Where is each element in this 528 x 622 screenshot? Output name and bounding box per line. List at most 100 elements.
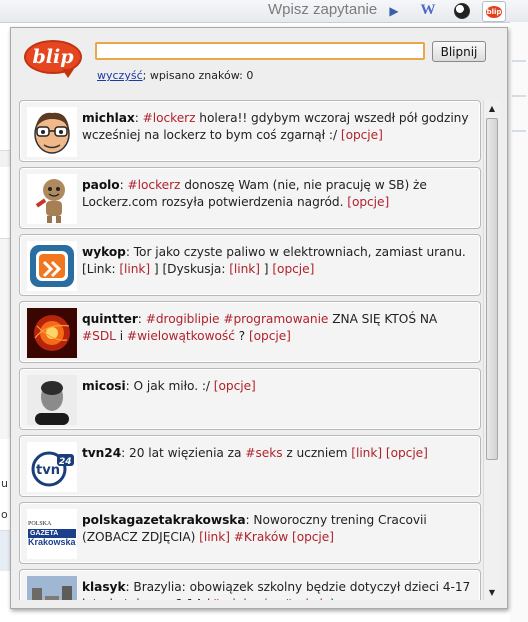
post-body-text: : — [134, 111, 143, 125]
post-username[interactable]: wykop — [82, 245, 126, 259]
options-link[interactable]: [opcje] — [292, 530, 334, 544]
browser-toolbar: Wpisz zapytanie ▶ W blip — [0, 0, 528, 23]
hashtag-link[interactable]: #seks — [245, 446, 282, 460]
feed-list: michlax: #lockerz holera!! gdybym wczora… — [19, 100, 481, 600]
post-text: wykop: Tor jako czyste paliwo w elektrow… — [82, 244, 474, 278]
avatar-logo-text: Krakowska — [28, 537, 76, 547]
page-edge-fragment — [0, 530, 10, 571]
wiki-extension-icon[interactable]: W — [418, 1, 438, 20]
avatar[interactable] — [27, 107, 77, 157]
feed-post: michlax: #lockerz holera!! gdybym wczora… — [19, 100, 481, 162]
avatar[interactable] — [27, 308, 77, 358]
blip-logo-tail — [62, 69, 74, 78]
options-link[interactable]: [opcje] — [347, 195, 389, 209]
status-input[interactable] — [95, 42, 425, 60]
page-divider — [512, 95, 526, 97]
clear-link[interactable]: wyczyść — [97, 69, 143, 82]
blip-mini-icon: blip — [486, 5, 502, 18]
post-text: klasyk: Brazylia: obowiązek szkolny będz… — [82, 579, 474, 600]
page-divider — [512, 60, 526, 62]
post-body-text: : O jak miło. :/ — [125, 379, 214, 393]
search-go-icon[interactable]: ▶ — [384, 1, 404, 20]
options-link[interactable]: [opcje] — [341, 128, 383, 142]
avatar[interactable]: POLSKA GAZETA Krakowska — [27, 509, 77, 559]
page-edge-fragment — [0, 150, 10, 167]
blip-logo: blip — [24, 40, 82, 78]
post-body-text: ] — [259, 262, 273, 276]
hashtag-link[interactable]: #SDL — [82, 329, 116, 343]
post-text: quintter: #drogiblipie #programowanie ZN… — [82, 311, 474, 345]
blip-popup: blip Blipnij wyczyść; wpisano znaków: 0 … — [10, 27, 508, 609]
svg-text:tvn: tvn — [36, 463, 60, 478]
avatar-logo-text: POLSKA — [28, 521, 52, 527]
feed-post: tvn 24 tvn24: 20 lat więzienia za #seks z … — [19, 435, 481, 497]
options-link[interactable]: [opcje] — [272, 262, 314, 276]
hashtag-link[interactable]: #edukacja — [210, 597, 275, 600]
feed-scrollbar[interactable]: ▲ ▼ — [483, 100, 500, 600]
page-right-rail — [510, 22, 528, 622]
post-body-text: ) — [330, 597, 335, 600]
post-username[interactable]: micosi — [82, 379, 126, 393]
feed-post: quintter: #drogiblipie #programowanie ZN… — [19, 301, 481, 363]
page-divider — [512, 130, 526, 132]
options-link[interactable]: [opcje] — [214, 379, 256, 393]
post-text: tvn24: 20 lat więzienia za #seks z uczni… — [82, 445, 474, 462]
post-text: polskagazetakrakowska: Noworoczny trenin… — [82, 512, 474, 546]
hashtag-link[interactable]: #wielowątkowość — [127, 329, 235, 343]
post-username[interactable]: paolo — [82, 178, 120, 192]
post-username[interactable]: tvn24 — [82, 446, 121, 460]
post-body-text: , — [275, 597, 283, 600]
hashtag-link[interactable]: #lockerz — [128, 178, 181, 192]
feed-post: wykop: Tor jako czyste paliwo w elektrow… — [19, 234, 481, 296]
post-body-text: : 20 lat więzienia za — [121, 446, 246, 460]
page-edge-fragment — [0, 238, 10, 439]
hashtag-link[interactable]: #lockerz — [143, 111, 196, 125]
post-link[interactable]: [link] — [351, 446, 382, 460]
svg-text:24: 24 — [59, 457, 72, 467]
post-body-text: i — [115, 329, 127, 343]
feed-post: klasyk: Brazylia: obowiązek szkolny będz… — [19, 569, 481, 600]
char-counter: ; wpisano znaków: 0 — [142, 69, 254, 82]
post-body-text: ? — [234, 329, 249, 343]
post-link[interactable]: [link] — [119, 262, 150, 276]
post-text: michlax: #lockerz holera!! gdybym wczora… — [82, 110, 474, 144]
post-body-text: z uczniem — [282, 446, 352, 460]
ball-extension-icon[interactable] — [452, 1, 472, 20]
post-username[interactable]: quintter — [82, 312, 138, 326]
hashtag-link[interactable]: #Kraków — [234, 530, 288, 544]
search-placeholder[interactable]: Wpisz zapytanie — [268, 1, 377, 18]
page-edge-letter: o — [1, 508, 8, 521]
scroll-thumb[interactable] — [486, 118, 498, 460]
hashtag-link[interactable]: #drogiblipie — [146, 312, 220, 326]
feed-post: paolo: #lockerz donoszę Wam (nie, nie pr… — [19, 167, 481, 229]
post-body-text: ZNA SIĘ KTOŚ NA — [328, 312, 438, 326]
ball-icon — [454, 2, 470, 19]
post-link[interactable]: [link] — [229, 262, 260, 276]
counter-line: wyczyść; wpisano znaków: 0 — [97, 69, 253, 82]
post-text: micosi: O jak miło. :/ [opcje] — [82, 378, 474, 395]
avatar[interactable]: tvn 24 — [27, 442, 77, 492]
post-body-text: : — [137, 312, 146, 326]
avatar[interactable] — [27, 174, 77, 224]
avatar[interactable] — [27, 375, 77, 425]
avatar[interactable] — [27, 576, 77, 600]
blip-extension-button[interactable]: blip — [482, 1, 506, 22]
page-edge-letter: u — [1, 477, 8, 490]
options-link[interactable]: [opcje] — [249, 329, 291, 343]
post-link[interactable]: [link] — [199, 530, 230, 544]
options-link[interactable]: [opcje] — [386, 446, 428, 460]
hashtag-link[interactable]: #szkoła — [283, 597, 331, 600]
send-button[interactable]: Blipnij — [432, 41, 486, 62]
hashtag-link[interactable]: #programowanie — [223, 312, 328, 326]
post-body-text: ] [Dyskusja: — [150, 262, 230, 276]
scroll-up-icon[interactable]: ▲ — [484, 100, 500, 116]
feed-post: POLSKA GAZETA Krakowska polskagazetakrakows… — [19, 502, 481, 564]
scroll-down-icon[interactable]: ▼ — [484, 584, 500, 600]
post-body-text: : — [119, 178, 128, 192]
feed-post: micosi: O jak miło. :/ [opcje] — [19, 368, 481, 430]
post-username[interactable]: klasyk — [82, 580, 126, 594]
post-username[interactable]: polskagazetakrakowska — [82, 513, 246, 527]
post-username[interactable]: michlax — [82, 111, 135, 125]
avatar[interactable] — [27, 241, 77, 291]
post-text: paolo: #lockerz donoszę Wam (nie, nie pr… — [82, 177, 474, 211]
